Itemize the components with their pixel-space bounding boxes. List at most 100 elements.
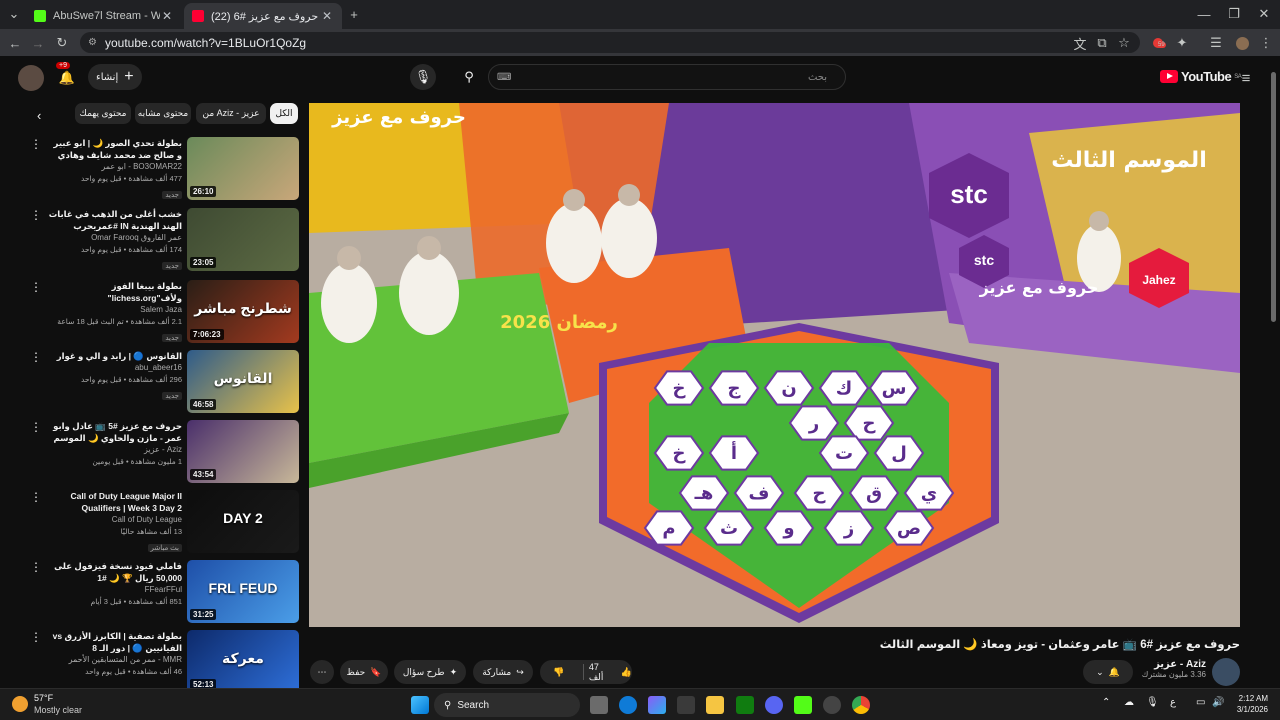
tab-youtube[interactable]: (22) حروف مع عزيز #6 📺 ✕ — [184, 3, 342, 29]
profile-avatar[interactable] — [1232, 33, 1252, 53]
clock[interactable]: 2:12 AM 3/1/2026 — [1232, 693, 1268, 715]
like-icon[interactable]: 👍 — [621, 667, 632, 678]
page-scrollbar[interactable] — [1271, 72, 1276, 322]
related-video-channel[interactable]: Call of Duty League — [46, 514, 182, 526]
like-count[interactable]: 47 ألف — [589, 662, 616, 683]
forward-icon[interactable]: → — [28, 33, 48, 53]
translate-icon[interactable]: 文 — [1070, 33, 1090, 53]
channel-avatar[interactable] — [1212, 658, 1240, 686]
notifications-bell-icon[interactable]: 🔔 +9 — [54, 62, 80, 91]
related-video-item[interactable]: ⋮ خشب أغلى من الذهب في غابات الهند الهندي… — [30, 208, 300, 274]
more-options-icon[interactable]: ⋮ — [30, 491, 42, 503]
related-video-title[interactable]: القانوس 🔵 | رايد و الي و غوار — [46, 350, 182, 362]
more-options-icon[interactable]: ⋮ — [30, 421, 42, 433]
related-video-title[interactable]: Call of Duty League Major II Qualifiers … — [46, 490, 182, 514]
search-input[interactable]: ⌨ بحث — [488, 64, 846, 90]
share-button[interactable]: مشاركة ↪ — [473, 660, 533, 684]
network-icon[interactable]: ▭ — [1196, 697, 1205, 708]
related-video-title[interactable]: حروف مع عزيز #5 📺 عادل وابو عمر - مازن و… — [46, 420, 182, 444]
copilot-icon[interactable] — [648, 696, 666, 714]
chip-related[interactable]: محتوى مشابه — [135, 103, 191, 124]
input-language[interactable]: ع — [1170, 697, 1176, 708]
related-video-item[interactable]: ⋮ حروف مع عزيز #5 📺 عادل وابو عمر - مازن … — [30, 420, 300, 486]
related-video-channel[interactable]: BO3OMAR22 - ابو عمر — [46, 161, 182, 173]
related-video-title[interactable]: بطولة بيبغا الفوز ولأف"lichess.org" — [46, 280, 182, 304]
chip-all[interactable]: الكل — [270, 103, 298, 124]
subscribed-button[interactable]: ⌄ 🔔 — [1083, 660, 1133, 684]
voice-search-mic-icon[interactable]: 🎙 — [410, 64, 436, 90]
related-video-item[interactable]: ⋮ بطولة بيبغا الفوز ولأف"lichess.org" Sale… — [30, 280, 300, 346]
account-avatar[interactable] — [18, 65, 44, 91]
related-video-item[interactable]: ⋮ بطولة تصفية | الكابرز الأزرق vs الفياني… — [30, 630, 300, 696]
create-button[interactable]: إنشاء + — [88, 64, 142, 90]
related-video-title[interactable]: فاملي فيود نسخة فيزفول على 50,000 ريال 🏆… — [46, 560, 182, 584]
more-actions-button[interactable]: ⋯ — [310, 660, 334, 684]
volume-icon[interactable]: 🔊 — [1212, 697, 1224, 708]
close-icon[interactable]: ✕ — [320, 9, 334, 23]
related-video-title[interactable]: بطولة تصفية | الكابرز الأزرق vs الفيانيي… — [46, 630, 182, 654]
extension-icon[interactable]: 59 — [1148, 33, 1168, 53]
hamburger-menu-icon[interactable]: ≡ — [1236, 68, 1256, 88]
window-close-icon[interactable]: ✕ — [1254, 4, 1274, 24]
related-video-channel[interactable]: عمر الفاروق Omar Farooq — [46, 232, 182, 244]
dislike-icon[interactable]: 👎 — [540, 667, 578, 678]
related-video-title[interactable]: بطولة تحدي الصور 🌙 | ابو عبير و صالح ضد … — [46, 137, 182, 161]
cast-icon[interactable]: ⧉ — [1092, 33, 1112, 53]
related-video-item[interactable]: ⋮ القانوس 🔵 | رايد و الي و غوار abu_abeer1… — [30, 350, 300, 416]
reading-list-icon[interactable]: ☰ — [1206, 33, 1226, 53]
address-bar[interactable]: ⚙ youtube.com/watch?v=1BLuOr1QoZg — [80, 32, 1140, 53]
related-video-thumbnail[interactable]: DAY 2 — [187, 490, 299, 553]
related-video-channel[interactable]: abu_abeer16 — [46, 362, 182, 374]
related-video-channel[interactable]: Salem Jaza — [46, 304, 182, 316]
related-video-channel[interactable]: MMR - ممر من المتسابقين الأحمر — [46, 654, 182, 666]
chip-for-you[interactable]: محتوى يهمك — [75, 103, 131, 124]
mic-icon[interactable]: 🎙 — [1146, 697, 1159, 708]
youtube-logo[interactable]: YouTube SA — [1160, 69, 1242, 84]
chips-scroll-left-icon[interactable]: ‹ — [37, 108, 41, 123]
xbox-icon[interactable] — [736, 696, 754, 714]
chrome-icon[interactable] — [852, 696, 870, 714]
settings-gear-icon[interactable] — [823, 696, 841, 714]
onedrive-icon[interactable]: ☁ — [1124, 697, 1134, 708]
new-tab-button[interactable]: + — [344, 4, 364, 24]
more-options-icon[interactable]: ⋮ — [30, 351, 42, 363]
related-video-channel[interactable]: FFearFFul — [46, 584, 182, 596]
more-options-icon[interactable]: ⋮ — [30, 631, 42, 643]
store-icon[interactable] — [677, 696, 695, 714]
ask-button[interactable]: طرح سؤال ✦ — [394, 660, 466, 684]
more-options-icon[interactable]: ⋮ — [30, 138, 42, 150]
browser-menu-icon[interactable]: ⋮ — [1256, 33, 1276, 53]
close-icon[interactable]: ✕ — [160, 9, 174, 23]
related-video-channel[interactable]: Aziz - عزيز — [46, 444, 182, 456]
site-info-icon[interactable]: ⚙ — [88, 37, 97, 48]
maximize-icon[interactable]: ❐ — [1224, 4, 1244, 24]
weather-icon[interactable] — [12, 696, 28, 712]
tray-chevron-up-icon[interactable]: ⌃ — [1102, 697, 1110, 708]
reload-icon[interactable]: ↻ — [52, 33, 72, 53]
related-video-title[interactable]: خشب أغلى من الذهب في غابات الهند الهندية… — [46, 208, 182, 232]
discord-icon[interactable] — [765, 696, 783, 714]
back-icon[interactable]: ← — [5, 33, 25, 53]
related-video-item[interactable]: ⋮ فاملي فيود نسخة فيزفول على 50,000 ريال … — [30, 560, 300, 626]
minimize-icon[interactable]: — — [1194, 4, 1214, 24]
related-video-item[interactable]: ⋮ بطولة تحدي الصور 🌙 | ابو عبير و صالح ضد… — [30, 137, 300, 203]
more-options-icon[interactable]: ⋮ — [30, 281, 42, 293]
more-options-icon[interactable]: ⋮ — [30, 209, 42, 221]
keyboard-icon[interactable]: ⌨ — [497, 72, 511, 83]
search-icon[interactable]: ⚲ — [456, 64, 482, 90]
bookmark-star-icon[interactable]: ☆ — [1114, 33, 1134, 53]
kick-icon[interactable] — [794, 696, 812, 714]
windows-start-icon[interactable] — [411, 696, 429, 714]
task-view-icon[interactable] — [590, 696, 608, 714]
related-video-item[interactable]: ⋮ Call of Duty League Major II Qualifiers… — [30, 490, 300, 556]
tab-search-chevron-icon[interactable]: ⌄ — [4, 4, 24, 24]
edge-icon[interactable] — [619, 696, 637, 714]
more-options-icon[interactable]: ⋮ — [30, 561, 42, 573]
video-player[interactable]: stc stc Jahez الموسم الثالث حروف مع عزيز… — [309, 103, 1240, 627]
extensions-puzzle-icon[interactable]: ✦ — [1172, 33, 1192, 53]
tab-abuswe7l[interactable]: AbuSwe7l Stream - Watch Live ✕ — [26, 3, 182, 29]
save-button[interactable]: حفظ 🔖 — [340, 660, 388, 684]
file-explorer-icon[interactable] — [706, 696, 724, 714]
taskbar-search[interactable]: ⚲ Search — [434, 693, 580, 717]
chip-from-aziz[interactable]: من Aziz - عزيز — [196, 103, 266, 124]
